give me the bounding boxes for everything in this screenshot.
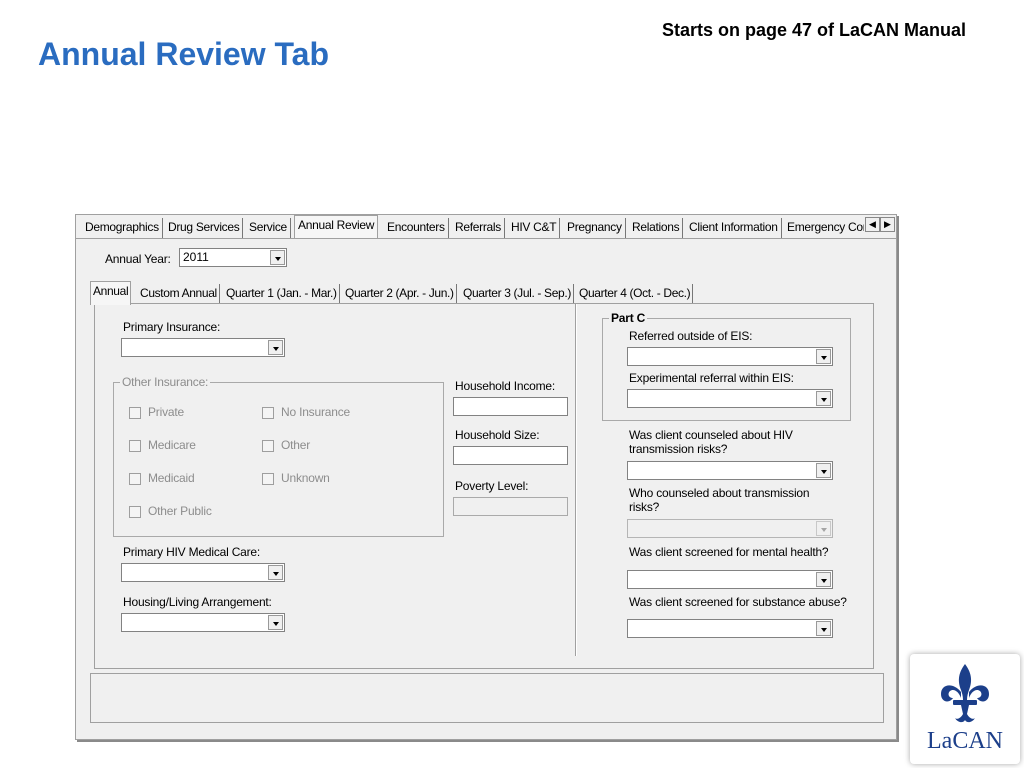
housing-label: Housing/Living Arrangement: bbox=[123, 595, 272, 609]
tab-scroll-right-button[interactable]: ▶ bbox=[880, 217, 895, 232]
no-insurance-checkbox[interactable] bbox=[262, 407, 274, 419]
tab-drug-services[interactable]: Drug Services bbox=[165, 218, 244, 238]
tab-pregnancy[interactable]: Pregnancy bbox=[564, 218, 626, 238]
medicaid-label: Medicaid bbox=[148, 471, 195, 485]
chevron-down-icon[interactable] bbox=[816, 621, 831, 636]
chevron-down-icon[interactable] bbox=[268, 340, 283, 355]
referred-outside-label: Referred outside of EIS: bbox=[629, 329, 753, 343]
tab-referrals[interactable]: Referrals bbox=[452, 218, 505, 238]
poverty-level-label: Poverty Level: bbox=[455, 479, 529, 493]
household-size-label: Household Size: bbox=[455, 428, 540, 442]
counseled-hiv-select[interactable] bbox=[627, 461, 833, 480]
main-tab-strip: Demographics Drug Services Service Annua… bbox=[76, 215, 896, 239]
tab-demographics[interactable]: Demographics bbox=[82, 218, 163, 238]
other-public-checkbox[interactable] bbox=[129, 506, 141, 518]
no-insurance-label: No Insurance bbox=[281, 405, 350, 419]
chevron-down-icon[interactable] bbox=[270, 250, 285, 265]
household-income-label: Household Income: bbox=[455, 379, 555, 393]
primary-insurance-label: Primary Insurance: bbox=[123, 320, 221, 334]
medicare-label: Medicare bbox=[148, 438, 196, 452]
annual-year-select[interactable]: 2011 bbox=[179, 248, 287, 267]
tab-encounters[interactable]: Encounters bbox=[384, 218, 449, 238]
slide-title: Annual Review Tab bbox=[38, 36, 330, 72]
part-c-group: Part C Referred outside of EIS: Experime… bbox=[602, 311, 851, 421]
unknown-checkbox[interactable] bbox=[262, 473, 274, 485]
chevron-down-icon[interactable] bbox=[816, 349, 831, 364]
other-checkbox[interactable] bbox=[262, 440, 274, 452]
chevron-down-icon bbox=[816, 521, 831, 536]
private-label: Private bbox=[148, 405, 184, 419]
counseled-hiv-label: Was client counseled about HIV transmiss… bbox=[629, 428, 793, 456]
subtab-custom-annual[interactable]: Custom Annual bbox=[138, 284, 220, 303]
subtab-quarter-2[interactable]: Quarter 2 (Apr. - Jun.) bbox=[343, 284, 457, 303]
experimental-referral-select[interactable] bbox=[627, 389, 833, 408]
screened-substance-label: Was client screened for substance abuse? bbox=[629, 595, 847, 609]
chevron-down-icon[interactable] bbox=[268, 565, 283, 580]
private-checkbox[interactable] bbox=[129, 407, 141, 419]
household-income-input[interactable] bbox=[453, 397, 568, 416]
subtab-quarter-4[interactable]: Quarter 4 (Oct. - Dec.) bbox=[577, 284, 694, 303]
other-insurance-group: Other Insurance: Private No Insurance Me… bbox=[113, 375, 444, 537]
experimental-referral-label: Experimental referral within EIS: bbox=[629, 371, 794, 385]
other-insurance-title: Other Insurance: bbox=[120, 375, 211, 389]
annual-year-label: Annual Year: bbox=[105, 252, 171, 266]
lacan-logo: LaCAN bbox=[910, 654, 1020, 764]
subtab-quarter-3[interactable]: Quarter 3 (Jul. - Sep.) bbox=[461, 284, 574, 303]
annual-year-value: 2011 bbox=[183, 250, 209, 264]
annual-panel: Primary Insurance: Other Insurance: Priv… bbox=[94, 303, 874, 669]
tab-relations[interactable]: Relations bbox=[629, 218, 684, 238]
fleur-de-lis-icon bbox=[941, 664, 989, 723]
tab-client-information[interactable]: Client Information bbox=[686, 218, 782, 238]
medicare-checkbox[interactable] bbox=[129, 440, 141, 452]
who-counseled-label: Who counseled about transmission risks? bbox=[629, 486, 810, 514]
chevron-down-icon[interactable] bbox=[816, 391, 831, 406]
tab-emergency-contact[interactable]: Emergency Con bbox=[784, 218, 864, 238]
household-size-input[interactable] bbox=[453, 446, 568, 465]
screened-mental-label: Was client screened for mental health? bbox=[629, 545, 829, 559]
subtab-quarter-1[interactable]: Quarter 1 (Jan. - Mar.) bbox=[224, 284, 340, 303]
other-label: Other bbox=[281, 438, 311, 452]
poverty-level-input bbox=[453, 497, 568, 516]
tab-hiv-ct[interactable]: HIV C&T bbox=[508, 218, 561, 238]
housing-select[interactable] bbox=[121, 613, 285, 632]
other-public-label: Other Public bbox=[148, 504, 212, 518]
chevron-down-icon[interactable] bbox=[816, 463, 831, 478]
tab-service[interactable]: Service bbox=[246, 218, 291, 238]
tab-annual-review[interactable]: Annual Review bbox=[294, 215, 379, 238]
unknown-label: Unknown bbox=[281, 471, 330, 485]
subtab-annual[interactable]: Annual bbox=[90, 281, 132, 305]
medicaid-checkbox[interactable] bbox=[129, 473, 141, 485]
part-c-title: Part C bbox=[609, 311, 648, 325]
chevron-down-icon[interactable] bbox=[268, 615, 283, 630]
screened-mental-select[interactable] bbox=[627, 570, 833, 589]
who-counseled-select bbox=[627, 519, 833, 538]
client-form-window: Demographics Drug Services Service Annua… bbox=[75, 214, 897, 740]
tab-scroll-left-button[interactable]: ◀ bbox=[865, 217, 880, 232]
column-divider bbox=[575, 304, 577, 656]
chevron-down-icon[interactable] bbox=[816, 572, 831, 587]
form-footer-area bbox=[90, 673, 884, 723]
slide-note: Starts on page 47 of LaCAN Manual bbox=[662, 20, 967, 40]
primary-hiv-care-label: Primary HIV Medical Care: bbox=[123, 545, 261, 559]
primary-hiv-care-select[interactable] bbox=[121, 563, 285, 582]
primary-insurance-select[interactable] bbox=[121, 338, 285, 357]
referred-outside-select[interactable] bbox=[627, 347, 833, 366]
screened-substance-select[interactable] bbox=[627, 619, 833, 638]
logo-wordmark: LaCAN bbox=[927, 728, 1003, 754]
